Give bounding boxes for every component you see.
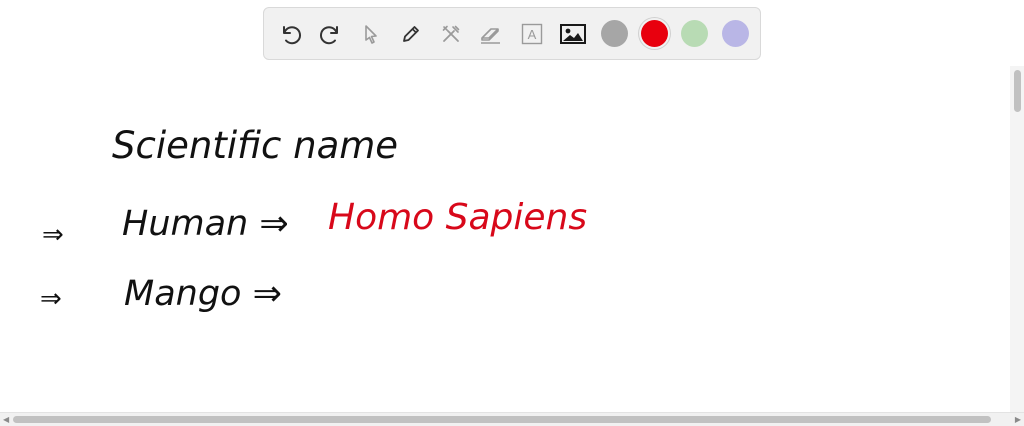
redo-button[interactable] — [315, 18, 347, 50]
color-swatch-purple[interactable] — [722, 20, 749, 47]
handwriting-layer: Scientific name ⇒ Human ⇒ Homo Sapiens ⇒… — [40, 124, 587, 314]
eraser-button[interactable] — [475, 18, 507, 50]
text-icon: A — [521, 23, 543, 45]
pen-icon — [403, 26, 419, 42]
tools-button[interactable] — [435, 18, 467, 50]
scroll-right-arrow-icon[interactable]: ▶ — [1015, 415, 1021, 425]
eraser-icon — [481, 28, 500, 44]
tools-icon — [442, 25, 460, 42]
vertical-scrollbar[interactable] — [1010, 66, 1024, 412]
color-swatch-green[interactable] — [681, 20, 708, 47]
undo-icon — [283, 26, 301, 45]
horizontal-scrollbar[interactable]: ◀ ▶ — [0, 412, 1024, 426]
pen-button[interactable] — [395, 18, 427, 50]
heading-text: Scientific name — [112, 124, 398, 167]
horizontal-scroll-thumb[interactable] — [13, 416, 991, 423]
whiteboard-canvas[interactable]: Scientific name ⇒ Human ⇒ Homo Sapiens ⇒… — [0, 66, 1010, 412]
image-insert-button[interactable] — [557, 18, 589, 50]
vertical-scroll-thumb[interactable] — [1014, 70, 1021, 112]
row-bullet: ⇒ — [42, 220, 64, 250]
svg-text:A: A — [528, 27, 537, 42]
text-tool-button[interactable]: A — [516, 18, 548, 50]
row-bullet: ⇒ — [40, 284, 62, 314]
scroll-left-arrow-icon[interactable]: ◀ — [3, 415, 9, 425]
drawing-toolbar: A — [263, 7, 761, 60]
redo-icon — [320, 26, 338, 45]
color-swatch-gray[interactable] — [601, 20, 628, 47]
undo-button[interactable] — [274, 18, 306, 50]
color-swatch-red[interactable] — [641, 20, 668, 47]
term-human: Human ⇒ — [122, 204, 289, 244]
term-mango: Mango ⇒ — [124, 274, 282, 314]
pointer-icon — [365, 25, 377, 44]
answer-homo-sapiens: Homo Sapiens — [328, 197, 587, 238]
select-pointer-button[interactable] — [355, 18, 387, 50]
image-icon — [560, 24, 586, 44]
